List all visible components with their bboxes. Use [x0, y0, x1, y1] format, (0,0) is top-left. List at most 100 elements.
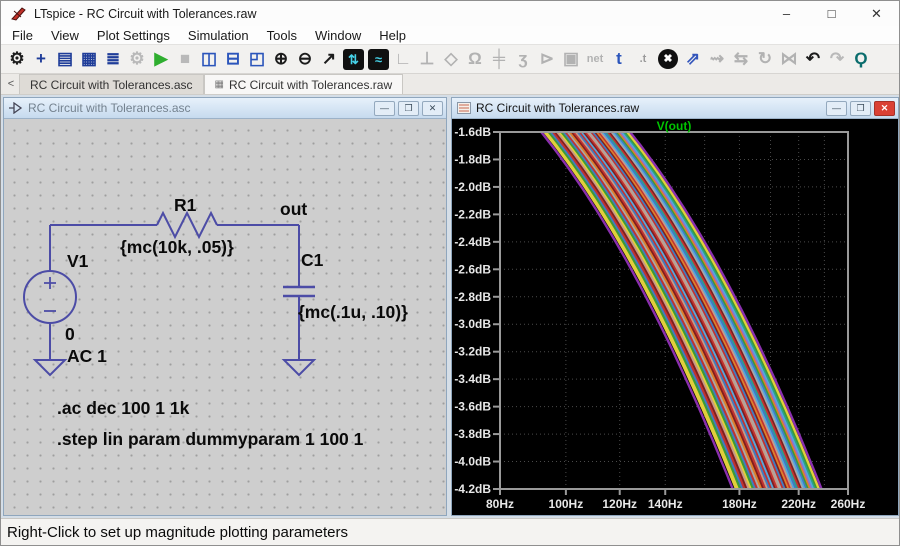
- waveform-window: RC Circuit with Tolerances.raw — ❒ ✕ -1.…: [451, 97, 899, 516]
- ground-tool-icon: ⊥: [415, 46, 439, 72]
- zoom-out-icon[interactable]: ⊖: [293, 46, 317, 72]
- text-tool-icon[interactable]: t: [607, 46, 631, 72]
- mdi-workspace: RC Circuit with Tolerances.asc — ❒ ✕: [1, 95, 899, 518]
- label-net-out[interactable]: out: [280, 199, 307, 219]
- label-r1-value[interactable]: {mc(10k, .05)}: [120, 237, 234, 257]
- settings-disabled-icon: ⚙: [125, 46, 149, 72]
- resistor-r1-symbol[interactable]: [157, 213, 217, 237]
- label-c1-value[interactable]: {mc(.1u, .10)}: [298, 302, 408, 322]
- schematic-window: RC Circuit with Tolerances.asc — ❒ ✕: [3, 97, 447, 516]
- y-tick-label: -2.0dB: [454, 180, 491, 194]
- tile-vertical-icon[interactable]: ◫: [197, 46, 221, 72]
- schematic-restore-button[interactable]: ❒: [398, 101, 419, 116]
- menu-plot-settings[interactable]: Plot Settings: [88, 28, 179, 43]
- x-tick-label: 260Hz: [831, 497, 866, 511]
- ground-symbol-v1[interactable]: [35, 360, 65, 375]
- label-r1[interactable]: R1: [174, 195, 197, 215]
- tab-schematic-label: RC Circuit with Tolerances.asc: [30, 78, 193, 92]
- x-tick-label: 180Hz: [722, 497, 757, 511]
- schematic-minimize-button[interactable]: —: [374, 101, 395, 116]
- status-bar: Right-Click to set up magnitude plotting…: [1, 518, 899, 546]
- spice-directive-step[interactable]: .step lin param dummyparam 1 100 1: [57, 429, 364, 449]
- wire-tool-icon: ∟: [391, 46, 415, 72]
- capacitor-c1-symbol[interactable]: [283, 287, 315, 296]
- new-schematic-icon[interactable]: +: [29, 46, 53, 72]
- menu-simulation[interactable]: Simulation: [179, 28, 258, 43]
- x-tick-label: 80Hz: [486, 497, 514, 511]
- ground-symbol-c1[interactable]: [284, 360, 314, 375]
- schematic-drawing: R1 {mc(10k, .05)} out C1 {mc(.1u, .10)} …: [4, 119, 446, 515]
- label-net-tool-icon: ◇: [439, 46, 463, 72]
- menu-help[interactable]: Help: [370, 28, 415, 43]
- y-tick-label: -2.2dB: [454, 207, 491, 221]
- zoom-in-icon[interactable]: ⊕: [269, 46, 293, 72]
- component-tool-icon: ▣: [559, 46, 583, 72]
- schematic-close-button[interactable]: ✕: [422, 101, 443, 116]
- spice-directive-ac[interactable]: .ac dec 100 1 1k: [57, 398, 190, 418]
- toolbar: ⚙+▤▦≣⚙▶■◫⊟◰⊕⊖↗⇅≈∟⊥◇Ω╪ʒ⊳▣nett.t✖⇗⇝⇆↻⋈↶↷Ϙ: [1, 44, 899, 74]
- plot-title-vout[interactable]: V(out): [657, 119, 692, 133]
- waveform-doc-icon: [457, 102, 471, 114]
- waveform-window-titlebar[interactable]: RC Circuit with Tolerances.raw — ❒ ✕: [452, 98, 898, 119]
- y-tick-label: -3.2dB: [454, 345, 491, 359]
- y-tick-label: -2.6dB: [454, 262, 491, 276]
- menu-file[interactable]: File: [3, 28, 42, 43]
- tab-bar: < RC Circuit with Tolerances.asc ▦ RC Ci…: [1, 74, 899, 95]
- label-v1-value[interactable]: 0: [65, 324, 75, 344]
- rotate-tool-icon: ↻: [753, 46, 777, 72]
- ltspice-window: LTspice - RC Circuit with Tolerances.raw…: [0, 0, 900, 546]
- y-tick-label: -1.6dB: [454, 125, 491, 139]
- tile-horizontal-icon[interactable]: ⊟: [221, 46, 245, 72]
- schematic-canvas[interactable]: R1 {mc(10k, .05)} out C1 {mc(.1u, .10)} …: [4, 119, 446, 515]
- halt-simulation-icon: ■: [173, 46, 197, 72]
- run-simulation-icon[interactable]: ▶: [149, 46, 173, 72]
- diode-tool-icon: ⊳: [535, 46, 559, 72]
- waveform-restore-button[interactable]: ❒: [850, 101, 871, 116]
- plot-settings-icon[interactable]: ≈: [368, 49, 389, 70]
- waveform-plot[interactable]: -1.6dB-1.8dB-2.0dB-2.2dB-2.4dB-2.6dB-2.8…: [452, 119, 898, 515]
- waveform-close-button[interactable]: ✕: [874, 101, 895, 116]
- print-icon[interactable]: ≣: [101, 46, 125, 72]
- zoom-full-extents-icon[interactable]: ↗: [317, 46, 341, 72]
- y-tick-label: -3.4dB: [454, 372, 491, 386]
- menu-window[interactable]: Window: [306, 28, 370, 43]
- maximize-button[interactable]: □: [809, 1, 854, 26]
- x-tick-label: 100Hz: [549, 497, 584, 511]
- x-tick-label: 140Hz: [648, 497, 683, 511]
- find-tool-icon: ⇝: [705, 46, 729, 72]
- y-tick-label: -3.0dB: [454, 317, 491, 331]
- drag-tool-icon: ⇆: [729, 46, 753, 72]
- waveform-plot-area[interactable]: -1.6dB-1.8dB-2.0dB-2.2dB-2.4dB-2.6dB-2.8…: [452, 119, 898, 515]
- open-file-icon[interactable]: ▤: [53, 46, 77, 72]
- tab-waveform[interactable]: ▦ RC Circuit with Tolerances.raw: [204, 74, 404, 94]
- y-tick-label: -3.8dB: [454, 427, 491, 441]
- control-panel-icon[interactable]: ⚙: [5, 46, 29, 72]
- label-v1-ac[interactable]: AC 1: [67, 346, 107, 366]
- waveform-tab-icon: ▦: [215, 79, 224, 90]
- waveform-minimize-button[interactable]: —: [826, 101, 847, 116]
- undo-icon[interactable]: ↶: [801, 46, 825, 72]
- schematic-doc-icon: [9, 102, 23, 114]
- delete-tool-icon[interactable]: ✖: [658, 49, 678, 69]
- y-tick-label: -3.6dB: [454, 400, 491, 414]
- autorange-y-axis-icon[interactable]: ⇅: [343, 49, 364, 70]
- tab-schematic[interactable]: RC Circuit with Tolerances.asc: [19, 74, 204, 94]
- label-v1[interactable]: V1: [67, 251, 89, 271]
- search-icon[interactable]: Ϙ: [849, 46, 873, 72]
- title-bar[interactable]: LTspice - RC Circuit with Tolerances.raw…: [1, 1, 899, 26]
- schematic-window-titlebar[interactable]: RC Circuit with Tolerances.asc — ❒ ✕: [4, 98, 446, 119]
- cascade-windows-icon[interactable]: ◰: [245, 46, 269, 72]
- minimize-button[interactable]: –: [764, 1, 809, 26]
- waveform-window-title: RC Circuit with Tolerances.raw: [476, 101, 639, 115]
- menu-bar: FileViewPlot SettingsSimulationToolsWind…: [1, 26, 899, 44]
- close-button[interactable]: ✕: [854, 1, 899, 26]
- tab-scroll-left[interactable]: <: [3, 78, 19, 90]
- save-file-icon[interactable]: ▦: [77, 46, 101, 72]
- inductor-tool-icon: ʒ: [511, 46, 535, 72]
- net-name-tool-icon: net: [583, 46, 607, 72]
- y-tick-label: -2.4dB: [454, 235, 491, 249]
- copy-tool-icon[interactable]: ⇗: [681, 46, 705, 72]
- menu-view[interactable]: View: [42, 28, 88, 43]
- label-c1[interactable]: C1: [301, 250, 324, 270]
- menu-tools[interactable]: Tools: [258, 28, 306, 43]
